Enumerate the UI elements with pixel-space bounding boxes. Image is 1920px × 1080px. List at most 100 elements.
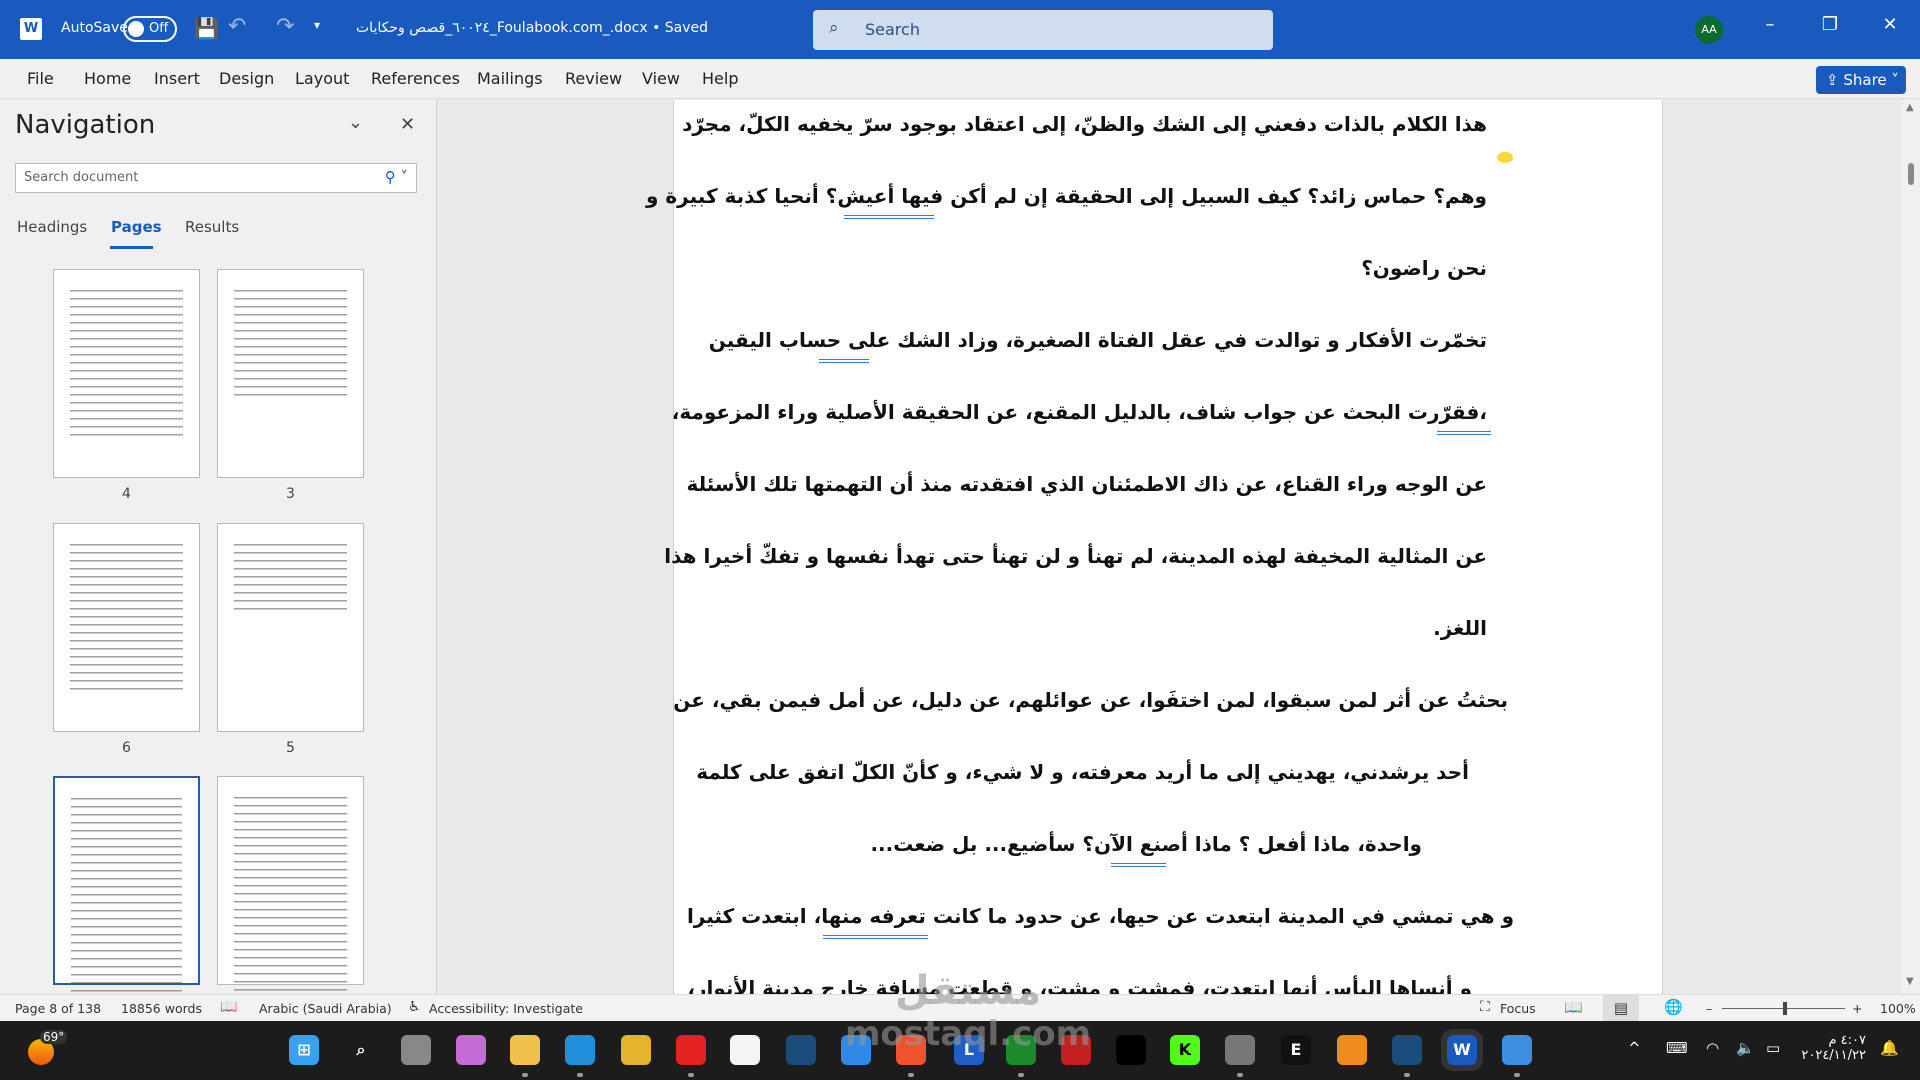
tab-help[interactable]: Help: [702, 69, 738, 88]
tab-home[interactable]: Home: [84, 69, 131, 88]
avatar[interactable]: AA: [1695, 16, 1723, 44]
redo-icon[interactable]: ↷: [276, 14, 294, 39]
grammar-underline: [819, 359, 869, 363]
microsoft-store-icon[interactable]: [730, 1035, 760, 1065]
tab-view[interactable]: View: [642, 69, 680, 88]
show-hidden-icons[interactable]: ^: [1628, 1039, 1641, 1057]
page-thumbnail[interactable]: [217, 523, 364, 732]
tab-headings[interactable]: Headings: [17, 218, 87, 236]
read-mode-icon[interactable]: 📖: [1564, 998, 1583, 1016]
flame-app-icon[interactable]: [1337, 1035, 1367, 1065]
document-title[interactable]: ٦٠٠٢٤_قصص وحكايات_Foulabook.com_.docx • …: [356, 20, 708, 36]
capcut-icon[interactable]: [1116, 1035, 1146, 1065]
search-icon[interactable]: ⚲ ˅: [385, 168, 408, 186]
steam-icon[interactable]: [786, 1035, 816, 1065]
grammar-underline: [1437, 431, 1491, 435]
document-area: هذا الكلام بالذات دفعني إلى الشك والظنّ،…: [438, 100, 1902, 994]
vertical-scrollbar[interactable]: ▲ ▼: [1902, 100, 1920, 994]
tab-file[interactable]: File: [27, 69, 54, 88]
volume-icon[interactable]: 🔈: [1736, 1039, 1755, 1057]
scroll-up-icon[interactable]: ▲: [1906, 102, 1914, 113]
xbox-icon[interactable]: [1006, 1035, 1036, 1065]
scroll-down-icon[interactable]: ▼: [1906, 976, 1914, 987]
tab-pages[interactable]: Pages: [111, 218, 162, 236]
restore-button[interactable]: ❐: [1815, 14, 1845, 35]
close-icon[interactable]: ✕: [400, 114, 415, 135]
chrome-icon[interactable]: [621, 1035, 651, 1065]
accessibility-status[interactable]: Accessibility: Investigate: [429, 1001, 583, 1016]
page-number: 4: [122, 486, 131, 502]
settings-icon[interactable]: [1225, 1035, 1255, 1065]
chevron-down-icon[interactable]: ⌄: [348, 112, 363, 133]
wifi-icon[interactable]: ◠: [1706, 1039, 1719, 1057]
photos-icon[interactable]: [1502, 1035, 1532, 1065]
file-explorer-icon[interactable]: [510, 1035, 540, 1065]
focus-icon[interactable]: ⛶: [1480, 999, 1490, 1015]
tab-references[interactable]: References: [371, 69, 460, 88]
clock[interactable]: ٤:٠٧ م ٢٠٢٤/١١/٢٢: [1800, 1033, 1866, 1063]
save-icon[interactable]: 💾: [194, 16, 219, 40]
epic-games-icon[interactable]: E: [1281, 1035, 1311, 1065]
page-number: 6: [122, 740, 131, 756]
notification-icon[interactable]: 🔔: [1880, 1039, 1899, 1057]
zoom-slider-thumb[interactable]: [1783, 1002, 1787, 1015]
language[interactable]: Arabic (Saudi Arabia): [259, 1001, 392, 1016]
zoom-in-button[interactable]: +: [1852, 1001, 1862, 1016]
kick-icon[interactable]: K: [1170, 1035, 1200, 1065]
zoom-out-button[interactable]: –: [1706, 1001, 1712, 1016]
paragraph-line: و هي تمشي في المدينة ابتعدت عن حيها، عن …: [686, 904, 1514, 928]
blue-app-icon[interactable]: [841, 1035, 871, 1065]
undo-icon[interactable]: ↶: [228, 14, 246, 39]
tab-mailings[interactable]: Mailings: [477, 69, 543, 88]
page-thumbnail-selected[interactable]: [53, 776, 200, 994]
battery-icon[interactable]: ▭: [1766, 1039, 1780, 1057]
paragraph-line: نحن راضون؟: [1361, 256, 1487, 280]
zoom-level[interactable]: 100%: [1880, 1001, 1916, 1016]
tab-layout[interactable]: Layout: [295, 69, 349, 88]
close-button[interactable]: ✕: [1875, 14, 1905, 35]
tab-results[interactable]: Results: [185, 218, 239, 236]
paragraph-line: عن الوجه وراء القناع، عن ذاك الاطمئنان ا…: [686, 472, 1487, 496]
customize-toolbar-icon[interactable]: ▾: [314, 18, 320, 32]
word-count[interactable]: 18856 words: [121, 1001, 202, 1016]
web-layout-icon[interactable]: 🌐: [1664, 998, 1683, 1016]
page-number: 5: [286, 740, 295, 756]
status-bar: Page 8 of 138 18856 words 📖 Arabic (Saud…: [0, 994, 1920, 1021]
tab-review[interactable]: Review: [565, 69, 622, 88]
navigation-title: Navigation: [15, 110, 156, 140]
tab-insert[interactable]: Insert: [154, 69, 200, 88]
page-thumbnail[interactable]: [53, 269, 200, 478]
search-icon[interactable]: ⌕: [346, 1035, 376, 1065]
mcafee-icon[interactable]: [1061, 1035, 1091, 1065]
brave-icon[interactable]: [896, 1035, 926, 1065]
search-document-input[interactable]: Search document ⚲ ˅: [15, 163, 417, 193]
copilot-icon[interactable]: [456, 1035, 486, 1065]
paragraph-line: ،فقرّرت البحث عن جواب شاف، بالدليل المقن…: [671, 400, 1487, 424]
page-thumbnail[interactable]: [217, 776, 364, 994]
page-thumbnail[interactable]: [217, 269, 364, 478]
document-page[interactable]: هذا الكلام بالذات دفعني إلى الشك والظنّ،…: [646, 100, 1663, 994]
tab-design[interactable]: Design: [219, 69, 274, 88]
minimize-button[interactable]: –: [1755, 14, 1785, 35]
start-icon[interactable]: ⊞: [289, 1035, 319, 1065]
search-box[interactable]: ⌕ Search: [813, 10, 1273, 50]
print-layout-icon[interactable]: ▤: [1603, 995, 1639, 1021]
zoom-slider[interactable]: [1722, 1002, 1845, 1015]
task-view-icon[interactable]: [401, 1035, 431, 1065]
grammar-underline: [1111, 863, 1166, 867]
page-thumbnail[interactable]: [53, 523, 200, 732]
steam-icon[interactable]: [1392, 1035, 1422, 1065]
keyboard-icon[interactable]: ⌨: [1666, 1039, 1688, 1057]
comment-marker[interactable]: [1497, 152, 1513, 163]
focus-button[interactable]: Focus: [1500, 1001, 1536, 1016]
edge-icon[interactable]: [565, 1035, 595, 1065]
share-button[interactable]: ⇪ Share ˅: [1816, 66, 1906, 94]
l-app-icon[interactable]: L: [954, 1035, 984, 1065]
proofing-icon[interactable]: 📖: [220, 999, 237, 1015]
autosave-toggle[interactable]: Off: [123, 16, 177, 42]
scrollbar-thumb[interactable]: [1908, 163, 1914, 185]
word-icon[interactable]: W: [1441, 1029, 1483, 1071]
youtube-icon[interactable]: [676, 1035, 706, 1065]
page-count[interactable]: Page 8 of 138: [15, 1001, 101, 1016]
accessibility-icon[interactable]: ♿: [408, 999, 421, 1015]
